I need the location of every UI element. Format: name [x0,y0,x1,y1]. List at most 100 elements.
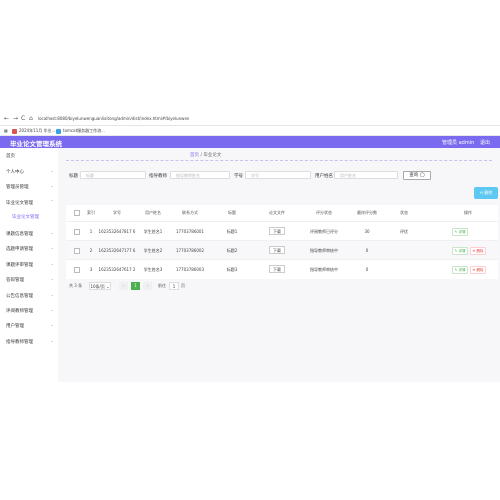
filter-username-input[interactable]: 用户姓名 [334,171,398,179]
select-all-checkbox[interactable] [74,210,80,216]
column-header[interactable]: 联系方式 [178,210,202,216]
delete-button[interactable]: ⊖ 删除 [470,266,486,274]
reload-icon[interactable]: C [21,115,25,122]
sidebar-item-topic-review[interactable]: 课题评审管理 ⌄ [4,260,56,270]
column-header[interactable]: 用户姓名 [142,210,164,216]
row-checkbox[interactable] [74,248,80,254]
delete-button[interactable]: ⊖ 删除 [470,247,486,255]
sidebar-item-theses[interactable]: 毕业论文管理 ⌃ [4,198,56,208]
sidebar-subitem-theses[interactable]: 毕业论文管理 [4,212,56,222]
column-header[interactable]: 学号 [106,210,128,216]
bookmark-favicon-icon [56,128,61,134]
sidebar-item-admins[interactable]: 管理员管理 ⌄ [4,182,56,192]
sidebar-item-home[interactable]: 首页 [4,151,56,161]
chevron-down-icon: ⌄ [50,292,54,297]
filter-student-id-input[interactable]: 学号 [245,171,311,179]
breadcrumb-home[interactable]: 首页 [190,153,199,158]
goto-label: 前往 [158,283,166,288]
forward-icon[interactable]: → [13,115,18,122]
column-header[interactable]: 标题 [222,210,242,216]
filter-student-id-label: 学号 [234,174,243,179]
chevron-down-icon: ⌄ [50,307,54,312]
next-page-button[interactable]: › [143,282,152,290]
bookmark-apps-icon[interactable]: ▦ [4,128,8,133]
browser-address-bar: ← → C ⌂ localhost:8080/biyelunwenguanlix… [0,113,500,126]
row-checkbox[interactable] [74,229,80,235]
filter-advisor-input[interactable]: 指导教师姓名 [170,171,230,179]
chevron-down-icon: ⌄ [50,168,54,173]
column-header[interactable]: 评分状态 [312,210,336,216]
bookmark-favicon-icon [12,128,17,134]
prev-page-button[interactable]: ‹ [119,282,128,290]
home-icon[interactable]: ⌂ [29,115,33,122]
page-1-button[interactable]: 1 [131,282,140,290]
column-header: 索引 [87,210,95,215]
bookmark-item[interactable]: 2024年11月 毕业... [12,128,55,134]
filter-title-label: 标题 [69,174,78,179]
download-button[interactable]: 下载 [269,265,285,273]
sidebar-item-profile[interactable]: 个人中心 ⌄ [4,167,56,177]
app-title: 毕业论文管理系统 [10,140,62,148]
goto-page-input[interactable]: 1 [169,282,179,290]
search-button[interactable]: 查询 ◯ [403,171,431,180]
sidebar-item-topics[interactable]: 课题信息管理 ⌄ [4,229,56,239]
cell-student-id: 1623532647177 6 [98,248,136,253]
cell-score: 30 [364,229,370,234]
sidebar-item-defense[interactable]: 答辩管理 ⌄ [4,275,56,285]
cell-title: 标题2 [226,248,238,253]
cell-score: 0 [365,248,369,253]
filter-username-label: 用户姓名 [315,174,333,179]
cell-score: 0 [365,267,369,272]
cell-title: 标题1 [226,229,238,234]
cell-index: 3 [89,267,93,272]
breadcrumb-current: 毕业论文 [203,153,222,158]
url-field[interactable]: localhost:8080/biyelunwenguanlixitong/ad… [38,116,189,121]
cell-state: 评优 [400,229,408,234]
page-unit-label: 页 [181,283,185,288]
logout-link[interactable]: 退出 [480,139,490,146]
sidebar-item-users[interactable]: 用户管理 ⌄ [4,321,56,331]
chevron-down-icon: ⌄ [50,276,54,281]
cell-phone: 17703786003 [176,267,204,272]
breadcrumb: 首页 / 毕业论文 [190,152,221,158]
cell-student-id: 1623532647617 2 [98,267,136,272]
cell-title: 标题3 [226,267,238,272]
table-row: 3 1623532647617 2 学生姓名3 17703786003 标题3 … [66,259,498,279]
download-button[interactable]: 下载 [269,227,285,235]
thesis-table: 索引 学号 用户姓名 联系方式 标题 论文文件 评分状态 最终评分数 状态 操作… [66,205,498,279]
page-size-select[interactable]: 10条/页 ⌄ [89,282,111,290]
sidebar-item-reviewers[interactable]: 评阅教师管理 ⌄ [4,306,56,316]
chevron-down-icon: ⌄ [50,245,54,250]
cell-name: 学生姓名1 [143,229,163,234]
sidebar-item-notices[interactable]: 公告信息管理 ⌄ [4,291,56,301]
chevron-down-icon: ⌄ [50,230,54,235]
chevron-down-icon: ⌄ [50,322,54,327]
batch-delete-button[interactable]: ⊖ 删除 [474,187,498,199]
detail-button[interactable]: ✎ 详情 [452,247,468,255]
current-user[interactable]: 管理员 admin [442,139,474,146]
download-button[interactable]: 下载 [269,246,285,254]
bookmarks-bar: ▦ 2024年11月 毕业... tomcat服务器工作流... [0,126,500,136]
cell-phone: 17703786001 [176,229,204,234]
sidebar-item-advisors[interactable]: 指导教师管理 ⌄ [4,337,56,347]
bookmark-item[interactable]: tomcat服务器工作流... [56,128,105,134]
detail-button[interactable]: ✎ 详情 [452,228,468,236]
column-header[interactable]: 状态 [396,210,412,216]
back-icon[interactable]: ← [4,115,9,122]
app-header: 毕业论文管理系统 管理员 admin 退出 [0,136,500,148]
pagination-total: 共 3 条 [69,283,83,288]
cell-phone: 17703786002 [176,248,204,253]
sidebar-item-topic-apply[interactable]: 选题申请管理 ⌄ [4,244,56,254]
column-header[interactable]: 最终评分数 [352,210,382,216]
cell-name: 学生姓名3 [143,267,163,272]
chevron-down-icon: ⌄ [50,261,54,266]
sidebar: 首页 个人中心 ⌄ 管理员管理 ⌄ 毕业论文管理 ⌃ 毕业论文管理 课题信息管理 ⌄ 选… [0,148,59,382]
breadcrumb-separator: / [200,153,202,158]
chevron-down-icon: ⌄ [50,338,54,343]
detail-button[interactable]: ✎ 详情 [452,266,468,274]
column-header[interactable]: 论文文件 [265,210,289,216]
column-header: 操作 [464,210,472,215]
filter-title-input[interactable]: 标题 [80,171,146,179]
row-checkbox[interactable] [74,267,80,273]
cell-index: 2 [89,248,93,253]
